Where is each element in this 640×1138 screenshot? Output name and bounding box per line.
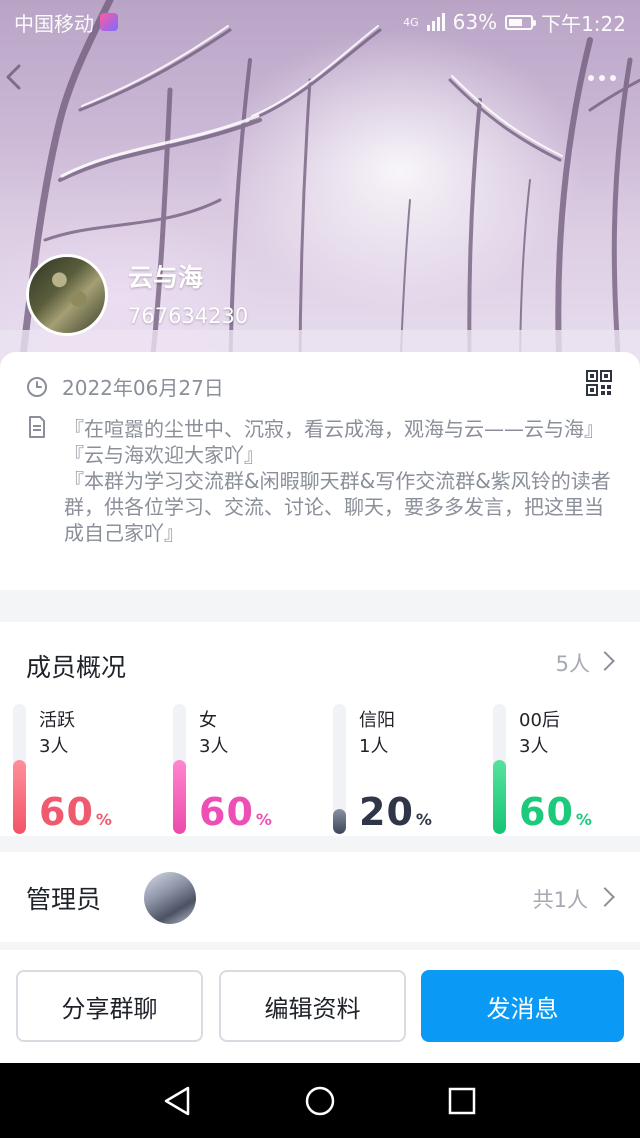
stat-bar-track bbox=[493, 704, 506, 834]
created-date-row: 2022年06月27日 bbox=[26, 372, 224, 401]
clock-icon bbox=[27, 376, 47, 397]
group-name: 云与海 bbox=[128, 263, 204, 292]
more-options-icon[interactable] bbox=[588, 68, 622, 88]
stat-percent: 60% bbox=[519, 790, 593, 834]
stat-percent: 60% bbox=[199, 790, 273, 834]
edit-profile-button[interactable]: 编辑资料 bbox=[219, 970, 406, 1042]
stat-bar-fill bbox=[13, 760, 26, 834]
top-nav bbox=[0, 62, 640, 102]
members-overview[interactable]: 成员概况 5人 活跃 3人 60% 女 3人 60% 信阳 1人 20% 00后… bbox=[0, 622, 640, 836]
group-description: 『在喧嚣的尘世中、沉寂，看云成海，观海与云——云与海』 『云与海欢迎大家吖』 『… bbox=[64, 416, 612, 546]
nav-home-icon[interactable] bbox=[304, 1085, 336, 1117]
stat-label: 女 bbox=[199, 710, 217, 731]
chevron-right-icon bbox=[595, 887, 615, 907]
members-title: 成员概况 bbox=[26, 653, 127, 682]
created-date: 2022年06月27日 bbox=[62, 376, 224, 400]
stat-bar-fill bbox=[493, 760, 506, 834]
send-message-button[interactable]: 发消息 bbox=[421, 970, 624, 1042]
stat-age: 00后 3人 60% bbox=[493, 704, 640, 836]
stat-count: 3人 bbox=[199, 736, 229, 757]
stat-bar-track bbox=[333, 704, 346, 834]
nav-recents-icon[interactable] bbox=[448, 1087, 476, 1115]
qr-code-icon[interactable] bbox=[586, 370, 612, 396]
group-avatar[interactable] bbox=[26, 254, 108, 336]
battery-percent: 63% bbox=[452, 10, 498, 34]
members-count: 5人 bbox=[555, 652, 590, 676]
back-arrow-icon[interactable] bbox=[0, 62, 30, 92]
admin-row[interactable]: 管理员 共1人 bbox=[0, 852, 640, 942]
stat-percent: 20% bbox=[359, 790, 433, 834]
group-info-card: 2022年06月27日 『在喧嚣的尘世中、沉寂，看云成海，观海与云——云与海』 … bbox=[0, 352, 640, 590]
cover-image: 中国移动 4G 63% 下午1:22 云与海 767634230 bbox=[0, 0, 640, 380]
stat-label: 活跃 bbox=[39, 710, 75, 731]
stat-percent: 60% bbox=[39, 790, 113, 834]
nav-back-icon[interactable] bbox=[162, 1085, 192, 1117]
description-line: 『云与海欢迎大家吖』 bbox=[64, 443, 264, 467]
chevron-right-icon bbox=[595, 651, 615, 671]
group-id: 767634230 bbox=[128, 304, 249, 328]
battery-icon bbox=[505, 14, 537, 30]
stat-count: 3人 bbox=[519, 736, 549, 757]
action-bar: 分享群聊 编辑资料 发消息 bbox=[0, 950, 640, 1063]
admin-title: 管理员 bbox=[26, 885, 102, 914]
stat-count: 1人 bbox=[359, 736, 389, 757]
stat-bar-track bbox=[173, 704, 186, 834]
stat-label: 00后 bbox=[519, 710, 560, 731]
stat-region: 信阳 1人 20% bbox=[333, 704, 483, 836]
admin-count: 共1人 bbox=[532, 888, 588, 912]
clock-time: 下午1:22 bbox=[541, 11, 626, 36]
stat-bar-fill bbox=[173, 760, 186, 834]
system-nav-bar bbox=[0, 1063, 640, 1138]
admin-avatar[interactable] bbox=[144, 872, 196, 924]
share-group-button[interactable]: 分享群聊 bbox=[16, 970, 203, 1042]
group-profile-screen: 中国移动 4G 63% 下午1:22 云与海 767634230 2022年06… bbox=[0, 0, 640, 1138]
document-icon bbox=[29, 416, 45, 438]
signal-icon bbox=[426, 13, 445, 31]
network-type-label: 4G bbox=[403, 15, 419, 29]
status-bar: 中国移动 4G 63% 下午1:22 bbox=[0, 0, 640, 44]
carrier-label: 中国移动 bbox=[14, 11, 94, 36]
description-line: 『在喧嚣的尘世中、沉寂，看云成海，观海与云——云与海』 bbox=[64, 417, 604, 441]
stat-female: 女 3人 60% bbox=[173, 704, 323, 836]
stat-active: 活跃 3人 60% bbox=[13, 704, 163, 836]
app-notification-icon bbox=[100, 13, 118, 31]
stat-count: 3人 bbox=[39, 736, 69, 757]
stat-bar-fill bbox=[333, 809, 346, 834]
description-line: 『本群为学习交流群&闲暇聊天群&写作交流群&紫风铃的读者群，供各位学习、交流、讨… bbox=[64, 469, 611, 545]
stat-bar-track bbox=[13, 704, 26, 834]
stat-label: 信阳 bbox=[359, 710, 395, 731]
